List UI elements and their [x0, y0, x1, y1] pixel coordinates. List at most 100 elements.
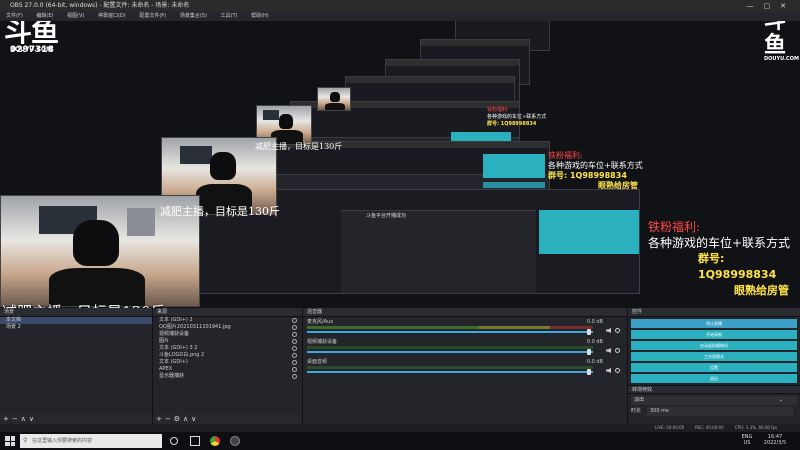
window-controls[interactable]: —▢✕	[747, 0, 796, 12]
fan-title: 铁粉福利:	[548, 151, 583, 160]
camera-feed-nested	[317, 87, 351, 111]
douyu-logo-sub: DOUYU.COM	[764, 56, 799, 62]
gear-icon[interactable]	[615, 328, 620, 333]
scene-item[interactable]: 本文档	[0, 317, 152, 324]
obs-icon[interactable]	[230, 436, 240, 446]
scene-item[interactable]: 场景 2	[0, 324, 152, 331]
clock[interactable]: 16:47 2022/3/5	[758, 434, 792, 446]
visibility-icon[interactable]	[292, 346, 297, 351]
source-label: 显示器捕获	[159, 373, 185, 379]
visibility-icon[interactable]	[292, 367, 297, 372]
source-label: 视频捕获设备	[159, 331, 190, 337]
source-item[interactable]: 显示器捕获	[153, 373, 302, 380]
source-item[interactable]: 图片	[153, 338, 302, 345]
group-label: 群号: 1Q98998834	[487, 121, 537, 127]
menu-view[interactable]: 视图(V)	[67, 13, 84, 19]
source-label: APEX	[159, 366, 173, 372]
menu-help[interactable]: 帮助(H)	[251, 13, 269, 19]
menu-scene-collection[interactable]: 场景集合(S)	[180, 13, 207, 19]
channel-db: 0.0 dB	[586, 359, 603, 365]
visibility-icon[interactable]	[292, 332, 297, 337]
start-recording-button[interactable]: 开始录制	[631, 330, 797, 339]
sources-toolbar[interactable]: +−⚙∧∨	[153, 415, 302, 424]
source-item[interactable]: 斗鱼LOGO白.png 2	[153, 352, 302, 359]
visibility-icon[interactable]	[292, 360, 297, 365]
clock-date: 2022/3/5	[763, 440, 787, 446]
language-indicator[interactable]: ENG US	[740, 434, 754, 446]
mixer-channel: 麦克风/Aux 0.0 dB	[307, 319, 623, 337]
volume-knob[interactable]	[587, 349, 591, 355]
visibility-icon[interactable]	[292, 353, 297, 358]
scenes-header: 场景	[0, 308, 152, 317]
speaker-icon[interactable]	[606, 328, 611, 333]
gear-icon[interactable]	[615, 368, 620, 373]
search-icon: ⚲	[23, 437, 28, 444]
cortana-icon[interactable]	[170, 437, 178, 445]
studio-mode-button[interactable]: 工作室模式	[631, 352, 797, 361]
cpu-usage: CPU: 1.3%, 60.00 fps	[735, 425, 778, 430]
source-item[interactable]: QQ图片20210311101941.jpg	[153, 324, 302, 331]
mixer-channel: 桌面音频 0.0 dB	[307, 359, 623, 377]
menu-file[interactable]: 文件(F)	[6, 13, 23, 19]
visibility-icon[interactable]	[292, 374, 297, 379]
task-view-icon[interactable]	[190, 436, 200, 446]
preview-canvas[interactable]: 斗鱼平台开播成功 斗鱼 DOUYU.COM 9297318 斗鱼 DOUYU.C…	[0, 21, 800, 308]
volume-slider[interactable]	[307, 371, 593, 373]
controls-header: 控件	[628, 308, 800, 317]
chevron-down-icon: ⌄	[778, 397, 783, 403]
speaker-icon[interactable]	[606, 348, 611, 353]
volume-knob[interactable]	[587, 369, 591, 375]
menu-bar: 文件(F) 编辑(E) 视图(V) 停靠窗口(D) 配置文件(P) 场景集合(S…	[0, 12, 800, 21]
visibility-icon[interactable]	[292, 318, 297, 323]
fan-desc: 各种游戏的车位+联系方式	[487, 114, 547, 120]
volume-slider[interactable]	[307, 331, 593, 333]
windows-taskbar: ⚲ 在这里输入你要搜索的内容 ENG US 16:47 2022/3/5	[0, 432, 800, 450]
douyu-logo-right: 斗鱼 DOUYU.COM	[764, 21, 800, 62]
controls-dock: 控件 停止直播 开始录制 启动虚拟摄像机 工作室模式 设置 退出 转场特效 淡出…	[628, 308, 800, 424]
source-item[interactable]: 视频捕获设备	[153, 331, 302, 338]
rec-time: REC: 00:00:00	[695, 425, 724, 430]
channel-db: 0.0 dB	[586, 339, 603, 345]
transition-type: 淡出	[634, 397, 645, 403]
source-item[interactable]: 文本 (GDI+) 2	[153, 317, 302, 324]
visibility-icon[interactable]	[292, 325, 297, 330]
volume-knob[interactable]	[587, 329, 591, 335]
visibility-icon[interactable]	[292, 339, 297, 344]
fan-desc: 各种游戏的车位+联系方式	[548, 161, 643, 170]
fan-overlay-small: 铁粉福利: 各种游戏的车位+联系方式 群号: 1Q98998834	[487, 107, 546, 128]
menu-tools[interactable]: 工具(T)	[221, 13, 238, 19]
windows-start-icon[interactable]	[5, 436, 15, 446]
source-item[interactable]: 文本 (GDI+) 3 2	[153, 345, 302, 352]
caption-main: 减肥主播，目标是130斤	[2, 301, 166, 308]
duration-row: 时长 300 ms	[631, 407, 797, 416]
fan-title: 铁粉福利:	[487, 107, 509, 113]
duration-input[interactable]: 300 ms	[647, 407, 793, 416]
sources-header: 来源	[153, 308, 302, 317]
menu-profile[interactable]: 配置文件(P)	[139, 13, 166, 19]
channel-name: 视频捕获设备	[307, 339, 338, 345]
gear-icon[interactable]	[615, 348, 620, 353]
menu-docks[interactable]: 停靠窗口(D)	[98, 13, 126, 19]
room-id: 9297318	[10, 45, 54, 55]
transitions-header: 转场特效	[628, 385, 800, 394]
source-label: QQ图片20210311101941.jpg	[159, 324, 231, 330]
source-item[interactable]: APEX	[153, 366, 302, 373]
source-item[interactable]: 文本 (GDI+)	[153, 359, 302, 366]
taskbar-search[interactable]: ⚲ 在这里输入你要搜索的内容	[20, 434, 162, 448]
transition-select[interactable]: 淡出 ⌄	[631, 396, 797, 405]
settings-button[interactable]: 设置	[631, 363, 797, 372]
virtual-camera-button[interactable]: 启动虚拟摄像机	[631, 341, 797, 350]
stop-streaming-button[interactable]: 停止直播	[631, 319, 797, 328]
search-placeholder: 在这里输入你要搜索的内容	[32, 438, 93, 444]
speaker-icon[interactable]	[606, 368, 611, 373]
exit-button[interactable]: 退出	[631, 374, 797, 383]
volume-slider[interactable]	[307, 351, 593, 353]
volume-meter	[307, 346, 593, 349]
scenes-toolbar[interactable]: +−∧∨	[0, 415, 152, 424]
chrome-icon[interactable]	[210, 436, 220, 446]
fan-desc: 各种游戏的车位+联系方式	[648, 236, 791, 250]
douyu-logo-text: 斗鱼	[4, 21, 59, 48]
fan-overlay-medium: 铁粉福利: 各种游戏的车位+联系方式 群号: 1Q98998834 眼熟给房管	[548, 151, 643, 191]
source-label: 文本 (GDI+) 2	[159, 317, 193, 323]
menu-edit[interactable]: 编辑(E)	[36, 13, 53, 19]
